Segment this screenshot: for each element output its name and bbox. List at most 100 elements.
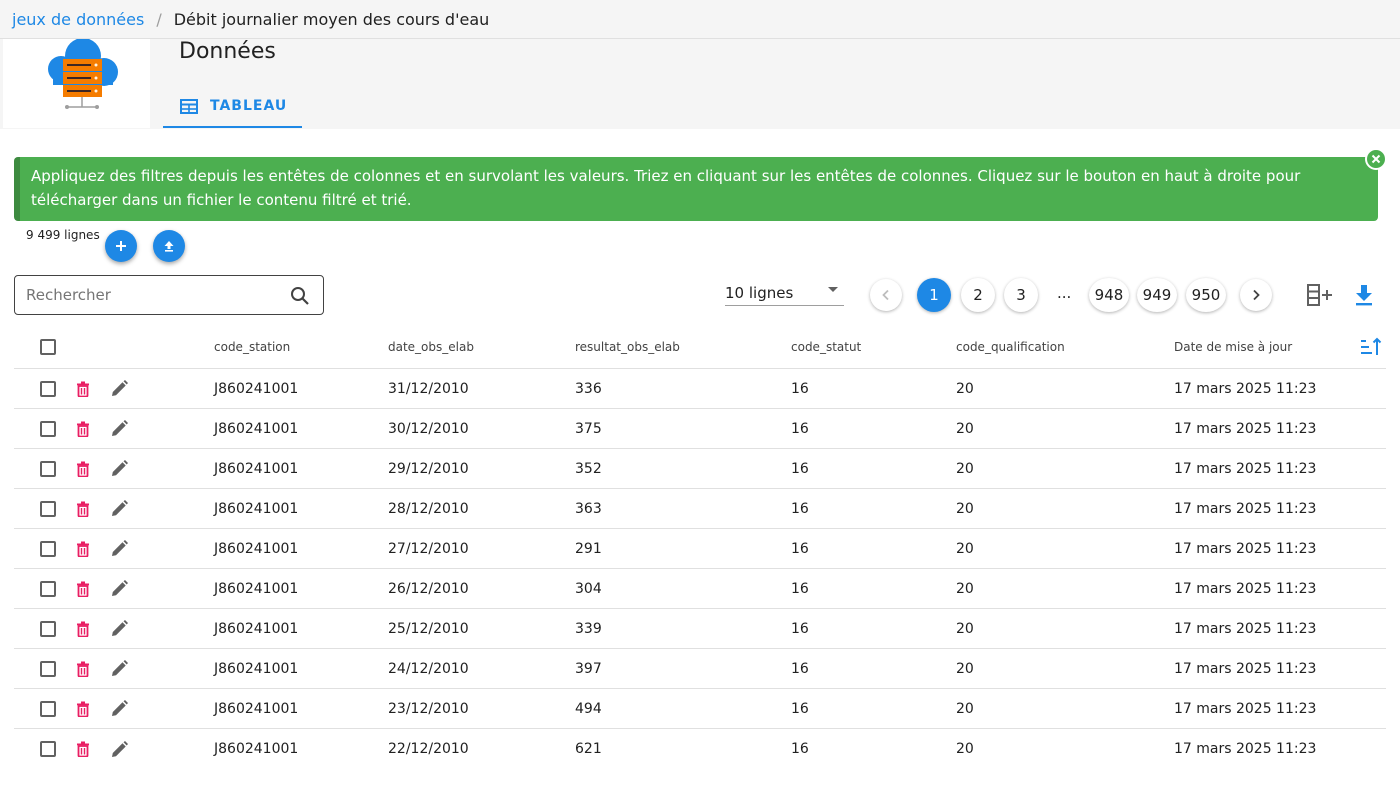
sort-button[interactable]: [1360, 325, 1382, 368]
row-checkbox[interactable]: [40, 460, 56, 477]
edit-row-button[interactable]: [111, 409, 128, 448]
chevron-left-icon: [882, 289, 889, 301]
row-select-cell: [40, 449, 56, 488]
delete-row-button[interactable]: [76, 649, 90, 688]
page-button-949[interactable]: 949: [1137, 278, 1177, 312]
cell-resultat-obs-elab: 375: [575, 420, 602, 437]
cell-resultat-obs-elab: 363: [575, 500, 602, 517]
column-header-resultat-obs-elab[interactable]: resultat_obs_elab: [575, 325, 680, 368]
cell-date-mise-a-jour: 17 mars 2025 11:23: [1174, 741, 1317, 757]
breadcrumb: jeux de données / Débit journalier moyen…: [0, 0, 1400, 39]
cell-date-mise-a-jour: 17 mars 2025 11:23: [1174, 700, 1317, 717]
cell-date-mise-a-jour: 17 mars 2025 11:23: [1174, 380, 1317, 397]
edit-icon: [112, 660, 128, 676]
edit-icon: [112, 620, 128, 636]
column-header-code-qualification[interactable]: code_qualification: [956, 325, 1065, 368]
cell-code-qualification: 20: [956, 620, 974, 637]
row-checkbox[interactable]: [40, 380, 56, 397]
add-row-button[interactable]: [105, 230, 137, 262]
cell-code-qualification: 20: [956, 580, 974, 597]
table-row: J860241001 30/12/2010 375 16 20 17 mars …: [14, 409, 1386, 449]
upload-button[interactable]: [153, 230, 185, 262]
cell-code-statut: 16: [791, 420, 809, 437]
page-button-1[interactable]: 1: [917, 278, 951, 312]
row-select-cell: [40, 489, 56, 528]
row-checkbox[interactable]: [40, 540, 56, 557]
previous-page-button[interactable]: [870, 279, 902, 311]
rows-per-page-select[interactable]: 10 lignes: [725, 280, 844, 306]
table-header-row: code_station date_obs_elab resultat_obs_…: [14, 325, 1386, 369]
column-header-date-obs-elab[interactable]: date_obs_elab: [388, 325, 474, 368]
cell-code-station: J860241001: [214, 700, 299, 717]
search-field[interactable]: [14, 275, 324, 315]
page-button-948[interactable]: 948: [1089, 278, 1129, 312]
cell-date-obs-elab: 25/12/2010: [388, 620, 469, 637]
edit-icon: [112, 580, 128, 596]
delete-row-button[interactable]: [76, 689, 90, 728]
cell-resultat-obs-elab: 621: [575, 741, 602, 757]
row-checkbox[interactable]: [40, 620, 56, 637]
page-ellipsis: ...: [1057, 284, 1072, 302]
edit-row-button[interactable]: [111, 729, 128, 769]
row-checkbox[interactable]: [40, 420, 56, 437]
row-select-cell: [40, 689, 56, 728]
cell-date-obs-elab: 22/12/2010: [388, 741, 469, 757]
delete-row-button[interactable]: [76, 569, 90, 608]
edit-row-button[interactable]: [111, 569, 128, 608]
next-page-button[interactable]: [1240, 279, 1272, 311]
delete-row-button[interactable]: [76, 409, 90, 448]
add-column-icon[interactable]: [1306, 283, 1334, 307]
column-header-code-station[interactable]: code_station: [214, 325, 290, 368]
tab-tableau[interactable]: TABLEAU: [163, 86, 302, 128]
cell-resultat-obs-elab: 304: [575, 580, 602, 597]
delete-icon: [77, 701, 89, 717]
cell-date-obs-elab: 31/12/2010: [388, 380, 469, 397]
edit-row-button[interactable]: [111, 649, 128, 688]
row-checkbox[interactable]: [40, 660, 56, 677]
select-all-checkbox[interactable]: [40, 338, 56, 355]
cell-date-obs-elab: 28/12/2010: [388, 500, 469, 517]
delete-row-button[interactable]: [76, 449, 90, 488]
cell-date-mise-a-jour: 17 mars 2025 11:23: [1174, 580, 1317, 597]
cell-code-qualification: 20: [956, 460, 974, 477]
page-button-2[interactable]: 2: [961, 278, 995, 312]
cell-date-mise-a-jour: 17 mars 2025 11:23: [1174, 540, 1317, 557]
chevron-right-icon: [1253, 289, 1260, 301]
row-checkbox[interactable]: [40, 741, 56, 757]
delete-icon: [77, 661, 89, 677]
delete-row-button[interactable]: [76, 489, 90, 528]
edit-row-button[interactable]: [111, 489, 128, 528]
edit-icon: [112, 500, 128, 516]
cell-date-obs-elab: 27/12/2010: [388, 540, 469, 557]
delete-row-button[interactable]: [76, 369, 90, 408]
delete-row-button[interactable]: [76, 609, 90, 648]
row-checkbox[interactable]: [40, 500, 56, 517]
edit-icon: [112, 420, 128, 436]
page-button-950[interactable]: 950: [1186, 278, 1226, 312]
row-checkbox[interactable]: [40, 580, 56, 597]
delete-row-button[interactable]: [76, 529, 90, 568]
search-icon[interactable]: [290, 286, 310, 306]
table-row: J860241001 29/12/2010 352 16 20 17 mars …: [14, 449, 1386, 489]
edit-row-button[interactable]: [111, 529, 128, 568]
cell-code-statut: 16: [791, 500, 809, 517]
edit-row-button[interactable]: [111, 609, 128, 648]
edit-row-button[interactable]: [111, 369, 128, 408]
row-checkbox[interactable]: [40, 700, 56, 717]
sort-icon: [1361, 337, 1382, 355]
column-header-code-statut[interactable]: code_statut: [791, 325, 861, 368]
search-input[interactable]: [26, 286, 281, 304]
delete-icon: [77, 741, 89, 757]
edit-icon: [112, 700, 128, 716]
page-button-3[interactable]: 3: [1004, 278, 1038, 312]
edit-row-button[interactable]: [111, 449, 128, 488]
edit-row-button[interactable]: [111, 689, 128, 728]
breadcrumb-link-datasets[interactable]: jeux de données: [12, 10, 144, 29]
download-icon[interactable]: [1354, 284, 1374, 306]
alert-close-button[interactable]: [1365, 148, 1387, 170]
plus-icon: [116, 241, 126, 251]
page-header: Données TABLEAU: [0, 38, 1400, 129]
delete-row-button[interactable]: [76, 729, 90, 769]
table-row: J860241001 27/12/2010 291 16 20 17 mars …: [14, 529, 1386, 569]
column-header-date-mise-a-jour[interactable]: Date de mise à jour: [1174, 325, 1292, 368]
